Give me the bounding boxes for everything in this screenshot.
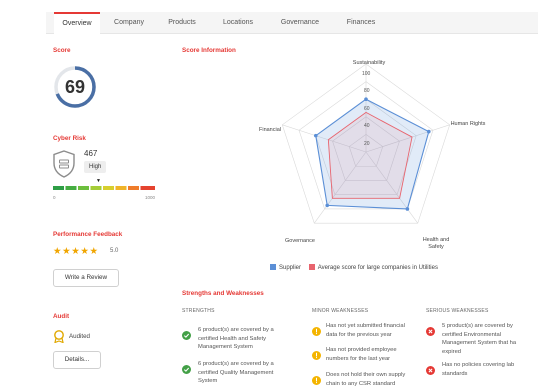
minor-weakness-item-line: data for the previous year: [326, 331, 392, 338]
shield-icon: [53, 150, 75, 178]
series-supplier-point: [364, 97, 368, 101]
legend-swatch-supplier: [270, 264, 276, 270]
strengths-weaknesses-title: Strengths and Weaknesses: [182, 290, 264, 297]
strength-item-line: 6 product(s) are covered by a: [198, 361, 274, 367]
minor-weakness-item: Has not yet submitted financial data for …: [326, 322, 432, 339]
minor-weakness-item-line: Has not provided employee: [326, 347, 397, 353]
serious-weakness-item-line: Management System that ha: [442, 340, 517, 346]
tick-60: 60: [364, 106, 370, 112]
serious-weakness-item: Has no policies covering lab standards: [442, 361, 542, 378]
tab-products[interactable]: Products: [158, 12, 206, 34]
tick-20: 20: [364, 141, 370, 147]
score-value: 69: [64, 77, 86, 97]
warning-circle-icon: [312, 347, 321, 365]
legend-supplier-label: Supplier: [279, 265, 302, 271]
legend-average: Average score for large companies in Uti…: [308, 264, 438, 271]
strength-item-line: System: [198, 378, 218, 384]
cyber-risk-value: 467: [84, 149, 98, 158]
tab-governance[interactable]: Governance: [272, 12, 328, 34]
risk-marker-icon: ▼: [96, 178, 101, 184]
tab-finances[interactable]: Finances: [336, 12, 386, 34]
axis-label-human-rights: Human Rights: [450, 121, 486, 127]
series-supplier-point: [405, 207, 410, 211]
strength-item-line: Management System: [198, 344, 253, 350]
write-review-button[interactable]: Write a Review: [53, 269, 119, 287]
check-circle-icon: [182, 361, 191, 379]
tab-overview[interactable]: Overview: [54, 12, 100, 34]
risk-scale-max: 1000: [145, 195, 156, 200]
warning-circle-icon: [312, 372, 321, 390]
serious-weakness-item-line: expired: [442, 348, 462, 355]
serious-weakness-item-line: 5 product(s) are covered by: [442, 323, 513, 329]
serious-weaknesses-heading: SERIOUS WEAKNESSES: [426, 308, 489, 314]
strength-item: 6 product(s) are covered by a certified H…: [198, 326, 304, 352]
axis-label-governance: Governance: [285, 238, 315, 244]
risk-scale-bar: [53, 186, 155, 190]
tab-locations[interactable]: Locations: [214, 12, 262, 34]
axis-label-health-safety: Health and Safety: [422, 237, 450, 250]
axis-label-financial: Financial: [258, 127, 281, 133]
audit-details-button[interactable]: Details...: [53, 351, 101, 369]
error-circle-icon: [426, 362, 435, 380]
cyber-risk-title: Cyber Risk: [53, 135, 86, 142]
audit-status: Audited: [69, 333, 90, 340]
error-circle-icon: [426, 323, 435, 341]
minor-weakness-item-line: Does not hold their own supply: [326, 372, 406, 378]
minor-weakness-item: Has not provided employee numbers for the…: [326, 346, 432, 363]
award-icon: [54, 330, 64, 343]
strength-item-line: certified Quality Management: [198, 369, 274, 376]
rating-value: 5.0: [110, 248, 119, 254]
serious-weakness-item-line: standards: [442, 370, 468, 377]
tick-80: 80: [364, 88, 370, 94]
minor-weaknesses-heading: MINOR WEAKNESSES: [312, 308, 369, 314]
minor-weakness-item-line: Has not yet submitted financial: [326, 323, 405, 329]
score-title: Score: [53, 47, 71, 54]
check-circle-icon: [182, 327, 191, 345]
risk-scale-min: 0: [53, 195, 56, 200]
radar-chart: [281, 63, 451, 224]
series-supplier-point: [426, 129, 431, 134]
strength-item-line: certified Health and Safety: [198, 335, 266, 342]
tab-bar: Overview Company Products Locations Gove…: [46, 12, 538, 34]
tab-company[interactable]: Company: [106, 12, 152, 34]
series-supplier-point: [325, 203, 330, 208]
strengths-heading: STRENGTHS: [182, 308, 215, 314]
serious-weakness-item-line: certified Environmental: [442, 331, 501, 338]
tick-40: 40: [364, 123, 370, 129]
warning-circle-icon: [312, 323, 321, 341]
legend-swatch-average: [308, 264, 315, 270]
series-supplier-point: [313, 133, 318, 138]
minor-weakness-item-line: numbers for the last year: [326, 355, 391, 362]
strength-item: 6 product(s) are covered by a certified Q…: [198, 360, 304, 386]
legend-average-label: Average score for large companies in Uti…: [317, 265, 438, 271]
minor-weakness-item-line: chain to any CSR standard: [326, 380, 396, 387]
audit-title: Audit: [53, 313, 70, 320]
serious-weakness-item-line: Has no policies covering lab: [442, 362, 515, 368]
legend-supplier: Supplier: [270, 264, 301, 271]
strength-item-line: 6 product(s) are covered by a: [198, 327, 274, 333]
tick-100: 100: [362, 71, 371, 77]
star-rating: ★★★★★: [53, 246, 99, 257]
performance-title: Performance Feedback: [53, 231, 123, 238]
axis-label-sustainability: Sustainability: [352, 60, 386, 66]
serious-weakness-item: 5 product(s) are covered by certified Env…: [442, 322, 542, 356]
minor-weakness-item: Does not hold their own supply chain to a…: [326, 371, 432, 388]
risk-level-badge: High: [84, 161, 107, 173]
chart-legend: Supplier Average score for large compani…: [270, 264, 444, 271]
